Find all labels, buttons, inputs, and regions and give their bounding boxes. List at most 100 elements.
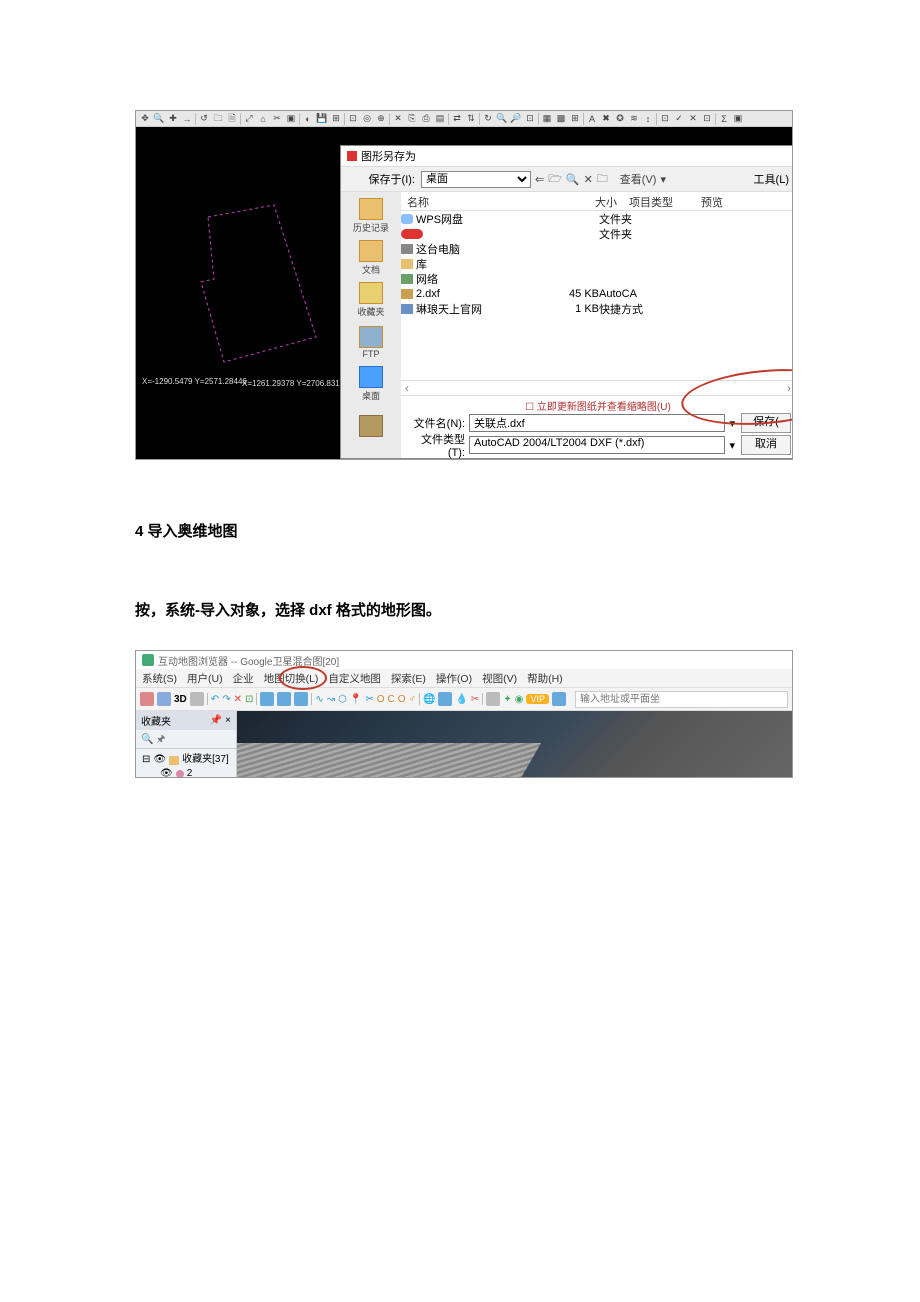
sidebar-desktop[interactable]: 桌面 [347,364,395,404]
col-type[interactable]: 项目类型 [623,192,695,210]
eyedrop-icon[interactable]: 💧 [455,694,467,705]
cut-icon[interactable]: ✕ [234,694,242,705]
star-icon[interactable]: ✦ [503,694,511,705]
tool-icon[interactable]: ▩ [555,113,567,125]
col-size[interactable]: 大小 [563,192,623,210]
tool-icon[interactable]: ⊞ [569,113,581,125]
chevron-down-icon[interactable]: ▾ [729,439,735,452]
tool-icon[interactable]: ⌂ [257,113,269,125]
update-checkbox[interactable]: ☐ 立即更新图纸并查看缩略图(U) [405,398,791,412]
tool-icon[interactable]: ↺ [198,113,210,125]
tool-icon[interactable]: 🔎 [510,113,522,125]
path-icon[interactable]: ↝ [327,694,335,705]
doc-icon[interactable] [260,692,274,706]
list-item[interactable]: 网络 [401,271,793,286]
tool-icon[interactable]: ⇅ [465,113,477,125]
fill-icon[interactable] [438,692,452,706]
menu-explore[interactable]: 探索(E) [391,671,426,686]
search-input[interactable] [575,691,788,708]
tool-icon[interactable]: ⇄ [451,113,463,125]
grid-icon[interactable] [486,692,500,706]
tool-icon[interactable]: ✂ [271,113,283,125]
tools-button[interactable]: 工具(L) [754,171,791,187]
tool-icon[interactable]: ⎘ [406,113,418,125]
sidebar-fav[interactable]: 收藏夹 [347,280,395,320]
cancel-button[interactable]: 取消 [741,435,791,455]
sidebar-history[interactable]: 历史记录 [347,196,395,236]
save-icon[interactable]: ⊡ [245,694,253,705]
menu-view[interactable]: 视图(V) [482,671,517,686]
list-item[interactable]: 琳琅天上官网1 KB快捷方式 [401,301,793,316]
tool-icon[interactable]: A [586,113,598,125]
tool-icon[interactable]: ✓ [673,113,685,125]
list-item[interactable]: 文件夹 [401,226,793,241]
cad-viewport[interactable]: X=-1290.5479 Y=2571.28446 X=1261.29378 Y… [136,127,792,459]
rect-icon[interactable]: C [388,694,395,705]
view-button[interactable]: 查看(V) [620,171,657,187]
marker-icon[interactable]: 📍 [350,694,362,705]
tool-icon[interactable]: ⊞ [330,113,342,125]
line-icon[interactable]: ∿ [315,694,323,705]
tool-icon[interactable]: ≋ [628,113,640,125]
tool-icon[interactable]: ⤢ [243,113,255,125]
tool-icon[interactable]: 🔍 [496,113,508,125]
menu-custommap[interactable]: 自定义地图 [328,671,381,686]
tool-icon[interactable]: ✕ [392,113,404,125]
save-button[interactable]: 保存( [741,413,791,433]
ruler-icon[interactable]: ✂ [365,694,373,705]
menu-mapswitch[interactable]: 地图切换(L) [264,671,319,686]
tool-icon[interactable]: ✖ [600,113,612,125]
list-item[interactable]: WPS网盘文件夹 [401,211,793,226]
circle-icon[interactable]: O [377,694,385,705]
save-icon[interactable]: 💾 [316,113,328,125]
tool-icon[interactable]: ✪ [614,113,626,125]
save-in-select[interactable]: 桌面 [421,171,531,188]
redo-icon[interactable]: ↷ [222,694,230,705]
col-name[interactable]: 名称 [401,192,563,210]
tool-icon[interactable]: 🗎 [226,113,238,125]
menu-help[interactable]: 帮助(H) [527,671,563,686]
open-icon[interactable] [140,692,154,706]
vip-badge[interactable]: VIP [526,694,549,704]
back-icon[interactable]: ⇐ [535,173,544,186]
chevron-down-icon[interactable]: ▾ [729,417,735,430]
tool-icon[interactable]: ↕ [642,113,654,125]
layer-icon[interactable] [190,692,204,706]
tool-icon[interactable]: ✥ [139,113,151,125]
tool-icon[interactable]: ⊡ [701,113,713,125]
undo-icon[interactable]: ↶ [211,694,219,705]
tool-icon[interactable]: ✚ [167,113,179,125]
globe-icon[interactable]: 🌐 [423,694,435,705]
list-item[interactable]: 这台电脑 [401,241,793,256]
sidebar-docs[interactable]: 文档 [347,238,395,278]
menu-enterprise[interactable]: 企业 [233,671,254,686]
chevron-down-icon[interactable]: ▾ [660,173,666,186]
tree-root[interactable]: ⊟👁收藏夹[37] [142,753,230,767]
tool-icon[interactable]: ▦ [541,113,553,125]
tree-item[interactable]: 👁2 [160,767,230,778]
settings-icon[interactable] [552,692,566,706]
sidebar-pic[interactable] [347,406,395,446]
filename-input[interactable] [469,414,725,432]
filetype-select[interactable]: AutoCAD 2004/LT2004 DXF (*.dxf) [469,436,725,454]
tool-icon[interactable]: 🔍 [153,113,165,125]
menu-system[interactable]: 系统(S) [142,671,177,686]
tool-icon[interactable]: → [181,113,193,125]
target-icon[interactable]: ◉ [515,694,524,705]
tool-icon[interactable]: ⊡ [659,113,671,125]
menu-operate[interactable]: 操作(O) [436,671,472,686]
tool-icon[interactable]: ⎙ [420,113,432,125]
up-icon[interactable]: 🗁 [548,170,562,189]
tool-icon[interactable]: ⊡ [524,113,536,125]
tool-icon[interactable]: ◎ [361,113,373,125]
tool-icon[interactable]: Σ [718,113,730,125]
table-icon[interactable] [277,692,291,706]
area-icon[interactable]: ⬡ [338,694,347,705]
print-icon[interactable] [157,692,171,706]
tool-icon[interactable]: ✕ [687,113,699,125]
tool-icon[interactable]: ↻ [482,113,494,125]
tool-icon[interactable]: ◐ [302,113,314,125]
pin-icon[interactable]: 📌 × [210,715,231,726]
list-item[interactable]: 库 [401,256,793,271]
menu-user[interactable]: 用户(U) [187,671,223,686]
